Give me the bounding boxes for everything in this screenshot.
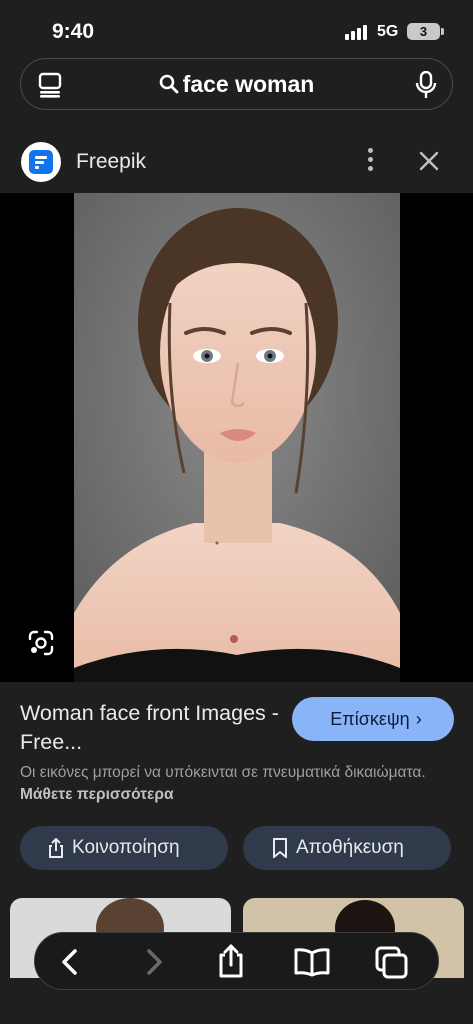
share-label: Κοινοποίηση (72, 837, 180, 858)
status-bar: 9:40 5G 3 (0, 0, 473, 56)
share-icon (49, 838, 63, 858)
tabs-icon[interactable] (375, 946, 409, 980)
bookmarks-icon[interactable] (293, 946, 331, 978)
copyright-notice: Οι εικόνες μπορεί να υπόκεινται σε πνευμ… (20, 762, 460, 806)
close-icon[interactable] (416, 148, 442, 174)
more-vert-icon[interactable] (364, 148, 376, 174)
result-title[interactable]: Woman face front Images - Free... (20, 699, 280, 757)
microphone-icon[interactable] (414, 71, 438, 99)
save-label: Αποθήκευση (296, 837, 404, 858)
save-button[interactable]: Αποθήκευση (243, 826, 451, 870)
share-button[interactable]: Κοινοποίηση (20, 826, 228, 870)
search-query-text: face woman (182, 71, 315, 97)
battery-icon: 3 (407, 23, 444, 40)
forward-icon[interactable] (137, 946, 169, 978)
network-label: 5G (377, 23, 399, 40)
share-icon[interactable] (215, 943, 247, 979)
copyright-text: Οι εικόνες μπορεί να υπόκεινται σε πνευμ… (20, 764, 426, 781)
source-name: Freepik (76, 150, 147, 173)
result-image[interactable] (74, 193, 400, 682)
search-icon (159, 74, 179, 94)
bookmark-icon (273, 838, 287, 858)
image-viewer[interactable] (0, 193, 473, 682)
clock: 9:40 (52, 20, 95, 43)
visit-button[interactable]: Επίσκεψη › (292, 697, 454, 741)
signal-icon (345, 24, 371, 40)
chevron-right-icon: › (415, 709, 422, 729)
search-bar[interactable]: face woman (20, 58, 453, 110)
browser-toolbar (34, 932, 439, 990)
lens-icon[interactable] (28, 630, 54, 656)
search-query[interactable]: face woman (21, 71, 452, 98)
visit-label: Επίσκεψη (330, 709, 410, 729)
back-icon[interactable] (55, 946, 87, 978)
freepik-logo (21, 142, 61, 182)
source-row: Freepik (0, 140, 473, 184)
learn-more-link[interactable]: Μάθετε περισσότερα (20, 786, 174, 803)
